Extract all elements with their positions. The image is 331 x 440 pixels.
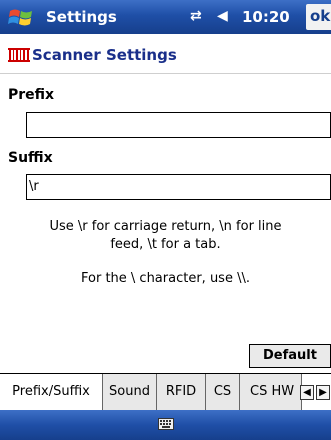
tab-bar: Prefix/Suffix Sound RFID CS CS HW ◀ ▶ (0, 373, 331, 410)
default-button[interactable]: Default (249, 344, 331, 368)
prefix-input[interactable] (26, 112, 331, 138)
suffix-input[interactable]: \r (26, 174, 331, 200)
help-line-3: For the \ character, use \\. (81, 271, 250, 286)
tab-cs-hw[interactable]: CS HW (240, 374, 302, 410)
page-title: Scanner Settings (32, 46, 177, 64)
clock[interactable]: 10:20 (242, 8, 290, 26)
tab-cs[interactable]: CS (206, 374, 240, 410)
window-title: Settings (46, 8, 117, 26)
prefix-label: Prefix (8, 87, 55, 103)
soft-key-bar (0, 410, 331, 440)
ok-button[interactable]: ok (306, 4, 331, 30)
help-line-1: Use \r for carriage return, \n for line (49, 219, 282, 234)
windows-start-icon[interactable] (8, 5, 34, 29)
volume-icon[interactable]: ◀ (217, 8, 228, 24)
title-bar: Settings ⇄ ◀ 10:20 ok (0, 0, 331, 34)
tab-rfid[interactable]: RFID (157, 374, 206, 410)
keyboard-icon[interactable] (158, 416, 174, 432)
connectivity-icon[interactable]: ⇄ (190, 8, 202, 24)
help-line-2: feed, \t for a tab. (110, 237, 221, 252)
tab-sound[interactable]: Sound (103, 374, 157, 410)
tab-scroll-left-icon[interactable]: ◀ (300, 385, 314, 400)
barcode-scanner-icon (8, 48, 30, 62)
tab-prefix-suffix[interactable]: Prefix/Suffix (0, 374, 103, 410)
tab-scroll-right-icon[interactable]: ▶ (316, 385, 330, 400)
app-header: Scanner Settings (0, 34, 331, 74)
suffix-label: Suffix (8, 150, 53, 166)
